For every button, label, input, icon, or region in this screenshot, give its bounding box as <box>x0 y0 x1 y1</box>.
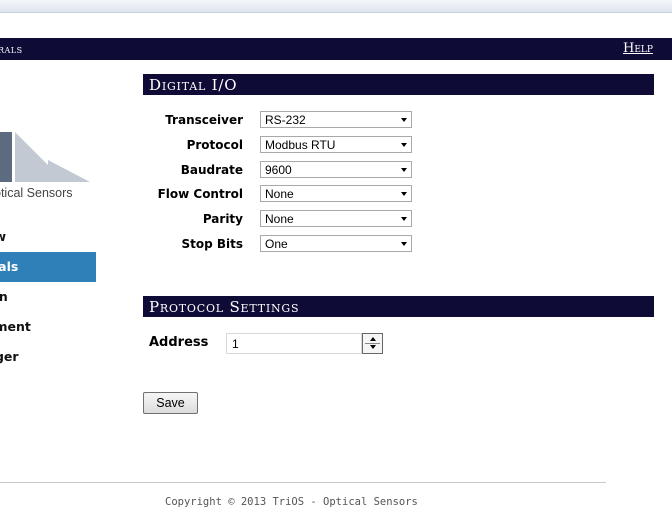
logo-triangle-small <box>48 160 90 182</box>
digital-io-header: Digital I/O <box>149 76 238 94</box>
logo-bar <box>0 132 12 182</box>
flow-control-select[interactable]: None <box>260 185 412 202</box>
chevron-down-icon <box>401 168 407 172</box>
address-label: Address <box>149 335 209 350</box>
chevron-down-icon <box>401 192 407 196</box>
sidebar-nav: ew rals ion ement gger <box>0 222 96 372</box>
sidebar-item-overview[interactable]: ew <box>0 222 96 252</box>
transceiver-select[interactable]: RS-232 <box>260 111 412 128</box>
logo-text: ptical Sensors <box>0 186 73 200</box>
parity-select[interactable]: None <box>260 210 412 227</box>
sidebar-item-measurement[interactable]: ement <box>0 312 96 342</box>
stepper-up-icon[interactable] <box>370 337 376 341</box>
chevron-down-icon <box>401 242 407 246</box>
field-label: Stop Bits <box>181 237 243 251</box>
chevron-down-icon <box>401 217 407 221</box>
address-stepper[interactable] <box>362 333 383 354</box>
stop-bits-select[interactable]: One <box>260 235 412 252</box>
footer-copyright: Copyright © 2013 TriOS - Optical Sensors <box>165 496 418 508</box>
chevron-down-icon <box>401 118 407 122</box>
protocol-select[interactable]: Modbus RTU <box>260 136 412 153</box>
digital-io-header-bar: Digital I/O <box>143 74 654 95</box>
field-label: Transceiver <box>165 113 243 127</box>
save-button[interactable]: Save <box>143 392 198 414</box>
field-label: Parity <box>202 212 243 226</box>
stepper-down-icon[interactable] <box>370 345 376 349</box>
field-label: Flow Control <box>157 187 243 201</box>
field-label: Baudrate <box>180 163 243 177</box>
help-link[interactable]: Help <box>623 41 653 56</box>
stepper-divider <box>365 343 380 344</box>
field-label: Protocol <box>186 138 243 152</box>
sidebar-item-configuration[interactable]: ion <box>0 282 96 312</box>
page-title: rals <box>0 42 23 56</box>
chevron-down-icon <box>401 143 407 147</box>
footer-divider <box>0 482 606 483</box>
protocol-settings-header: Protocol Settings <box>149 298 300 316</box>
baudrate-select[interactable]: 9600 <box>260 161 412 178</box>
sidebar-item-peripherals[interactable]: rals <box>0 252 96 282</box>
top-border <box>0 0 672 13</box>
title-bar: rals Help <box>0 38 672 60</box>
address-input[interactable]: 1 <box>226 333 362 354</box>
trios-logo <box>0 132 90 182</box>
protocol-settings-header-bar: Protocol Settings <box>143 296 654 317</box>
sidebar-item-logger[interactable]: gger <box>0 342 96 372</box>
